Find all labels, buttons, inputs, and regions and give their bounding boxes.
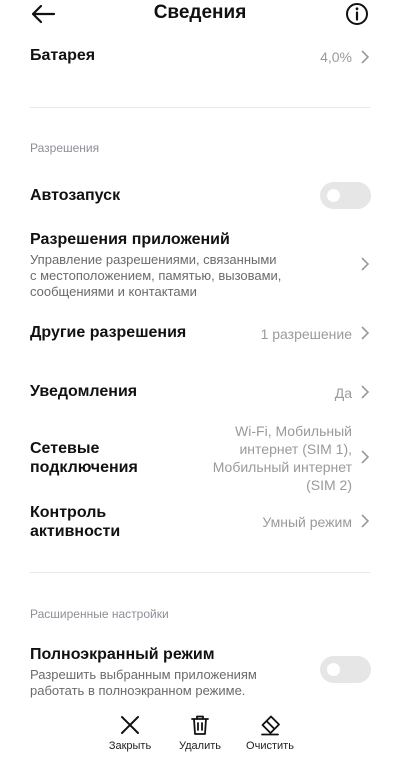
section-label-permissions: Разрешения <box>30 141 100 155</box>
trash-icon <box>191 715 209 735</box>
divider <box>30 572 370 573</box>
chevron-right-icon <box>361 385 370 399</box>
section-label-advanced: Расширенные настройки <box>30 607 169 621</box>
chevron-right-icon <box>361 50 370 64</box>
other-permissions-row[interactable]: Другие разрешения 1 разрешение <box>0 314 400 350</box>
battery-row[interactable]: Батарея 4,0% <box>0 36 400 76</box>
other-permissions-value: 1 разрешение <box>260 326 352 342</box>
autostart-toggle[interactable] <box>320 182 371 209</box>
toggle-knob <box>327 663 340 676</box>
close-button[interactable]: Закрыть <box>95 712 165 756</box>
chevron-right-icon <box>361 450 370 464</box>
chevron-right-icon <box>361 257 370 271</box>
fullscreen-description: Разрешить выбранным приложениям работать… <box>30 667 257 698</box>
info-button[interactable] <box>345 2 369 26</box>
toggle-knob <box>327 189 340 202</box>
delete-label: Удалить <box>179 740 221 752</box>
chevron-right-icon <box>361 326 370 340</box>
notifications-value: Да <box>334 385 352 401</box>
activity-control-label: Контроль активности <box>30 504 121 540</box>
fullscreen-row[interactable]: Полноэкранный режим Разрешить выбранным … <box>0 644 400 700</box>
fullscreen-label: Полноэкранный режим <box>30 646 215 663</box>
clear-label: Очистить <box>246 740 294 752</box>
page-title: Сведения <box>153 2 247 23</box>
notifications-row[interactable]: Уведомления Да <box>0 373 400 409</box>
app-permissions-label: Разрешения приложений <box>30 231 230 248</box>
app-permissions-row[interactable]: Разрешения приложений Управление разреше… <box>0 228 400 304</box>
info-circle-icon <box>346 3 368 25</box>
close-x-icon <box>121 716 139 734</box>
other-permissions-label: Другие разрешения <box>30 324 187 341</box>
clear-button[interactable]: Очистить <box>235 712 305 756</box>
close-label: Закрыть <box>108 740 152 752</box>
battery-value: 4,0% <box>320 49 352 65</box>
autostart-row[interactable]: Автозапуск <box>0 178 400 214</box>
delete-button[interactable]: Удалить <box>165 712 235 756</box>
network-value: Wi-Fi, Мобильный интернет (SIM 1), Мобил… <box>212 423 352 493</box>
eraser-icon <box>261 715 280 736</box>
network-row[interactable]: Сетевые подключения Wi-Fi, Мобильный инт… <box>0 422 400 494</box>
activity-control-row[interactable]: Контроль активности Умный режим <box>0 502 400 546</box>
activity-control-value: Умный режим <box>262 514 352 530</box>
fullscreen-toggle[interactable] <box>320 656 371 683</box>
app-permissions-description: Управление разрешениями, связанными с ме… <box>30 252 282 299</box>
autostart-label: Автозапуск <box>30 187 121 204</box>
battery-label: Батарея <box>30 47 96 64</box>
notifications-label: Уведомления <box>30 383 138 400</box>
divider <box>30 107 370 108</box>
network-label: Сетевые подключения <box>30 440 138 476</box>
chevron-right-icon <box>361 514 370 528</box>
